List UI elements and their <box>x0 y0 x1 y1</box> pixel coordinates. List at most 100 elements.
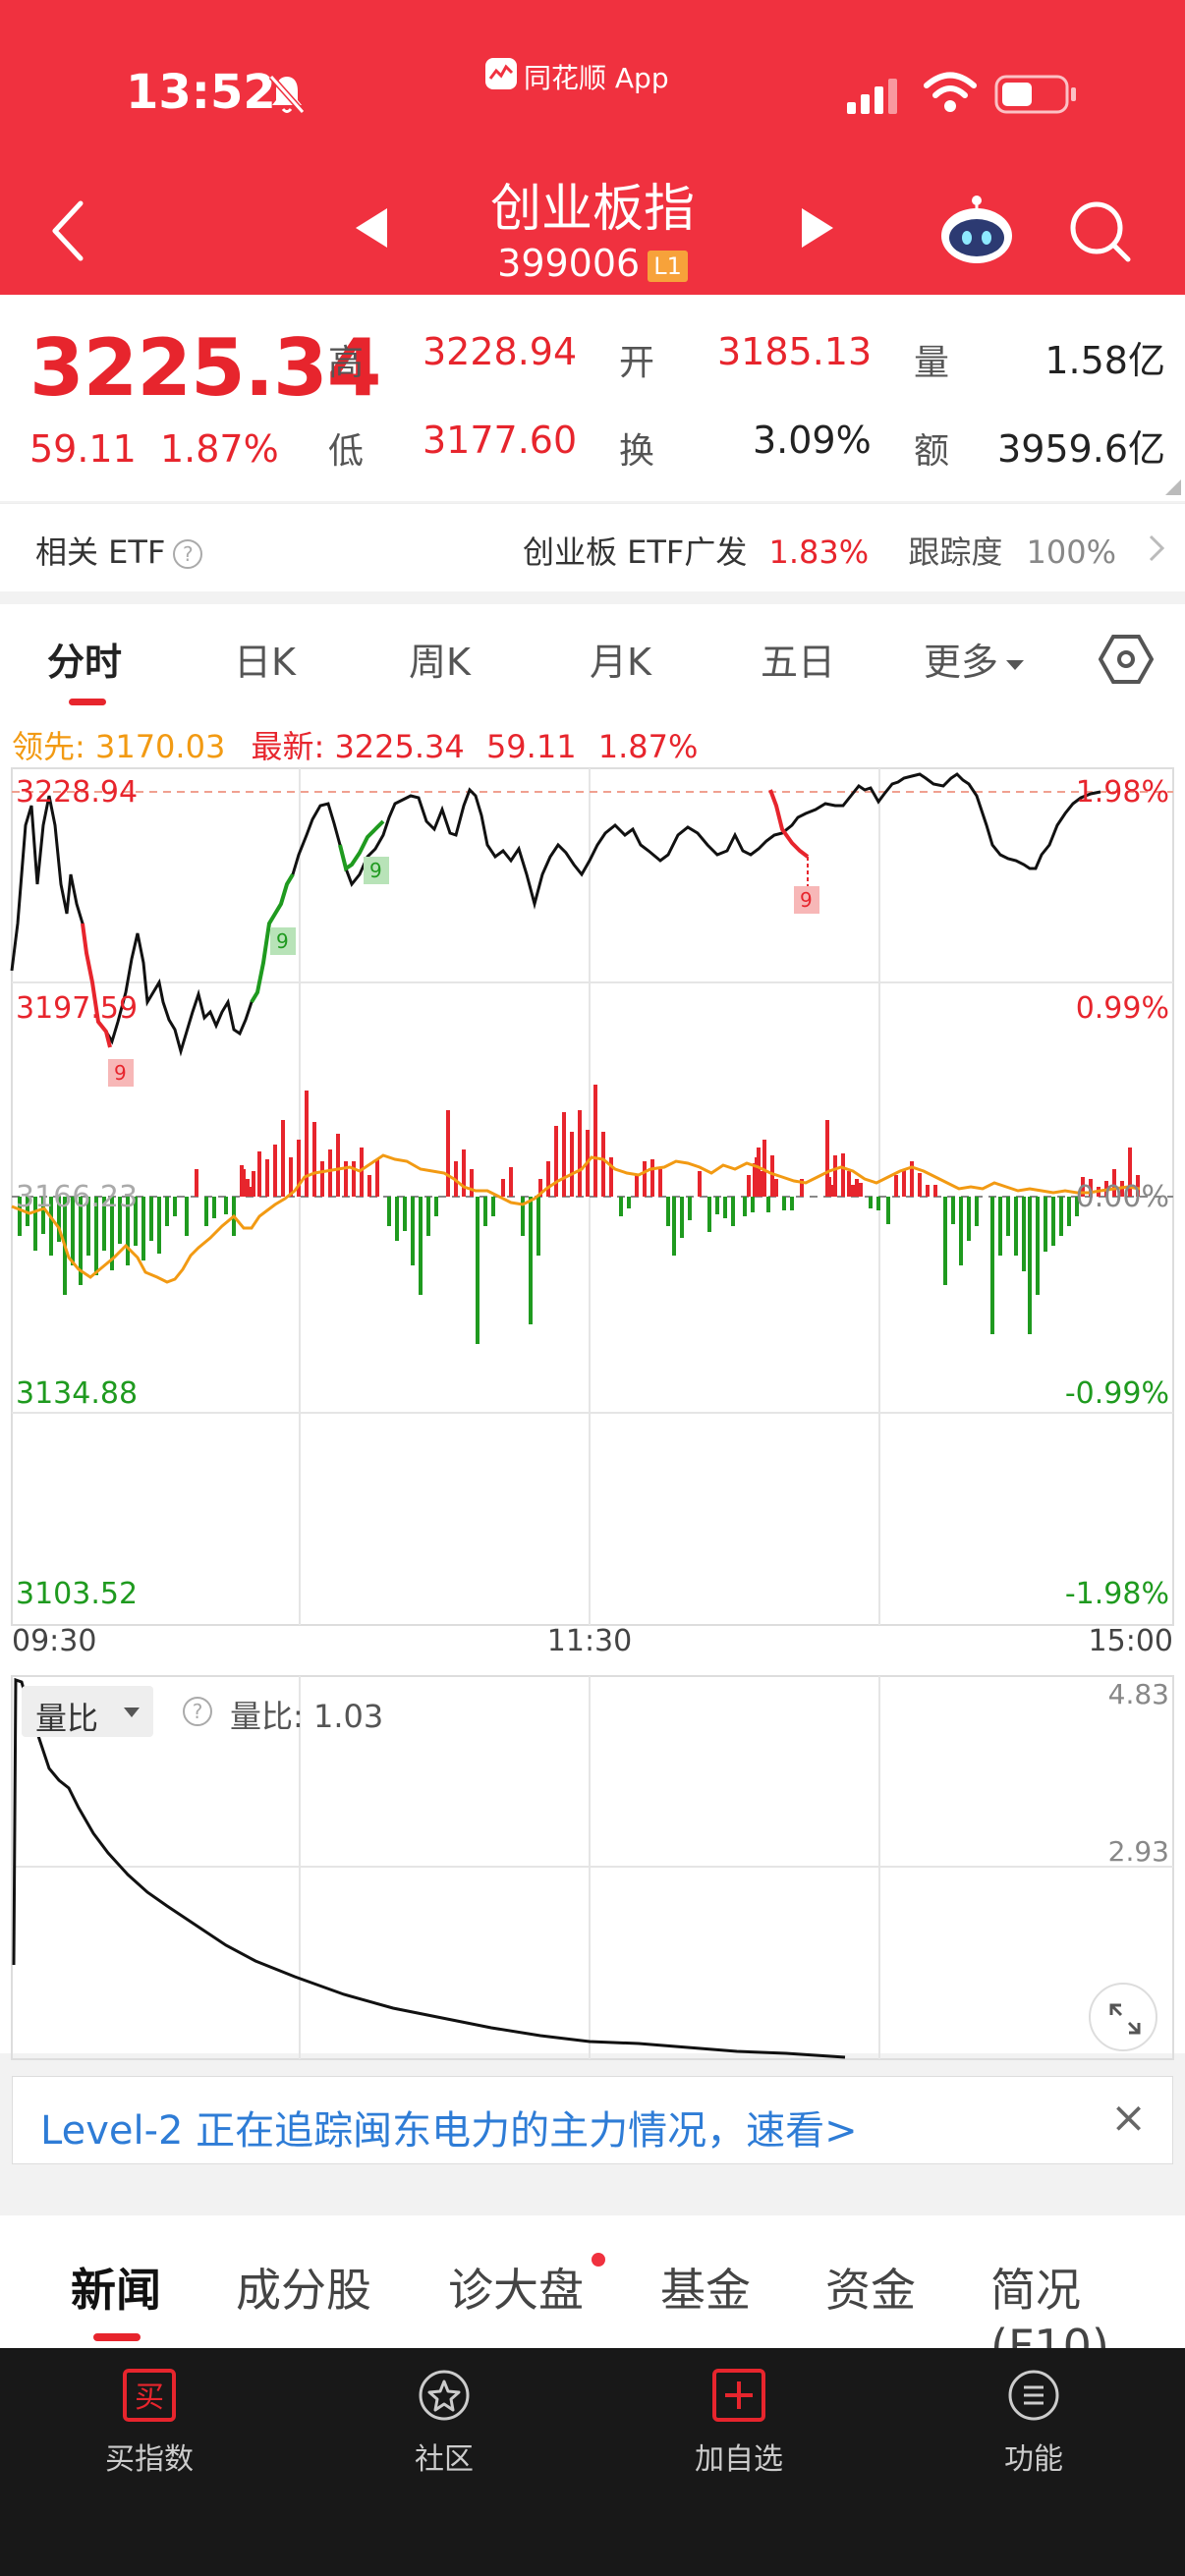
tab-constituents[interactable]: 成分股 <box>236 2255 371 2320</box>
etf-label-wrap: 相关 ETF? <box>35 528 203 573</box>
tab-capital[interactable]: 资金 <box>825 2255 916 2320</box>
app-logo-icon <box>485 58 517 89</box>
battery-icon <box>994 75 1076 114</box>
caret-down-icon <box>124 1708 140 1717</box>
tab-five-day[interactable]: 五日 <box>761 632 835 686</box>
tab-more-label: 更多 <box>924 641 999 684</box>
volume-ratio-chart[interactable]: 4.83 2.93 <box>0 1670 1185 2063</box>
tab-daily-k[interactable]: 日K <box>234 632 296 686</box>
etf-pct: 1.83% <box>768 533 870 571</box>
turnover-value: 3.09% <box>753 419 872 462</box>
toolbar-add-watchlist[interactable]: 加自选 <box>660 2368 818 2478</box>
buy-icon: 买 <box>123 2369 176 2422</box>
help-icon[interactable]: ? <box>173 539 203 569</box>
menu-icon <box>1008 2370 1059 2421</box>
etf-info: 创业板 ETF广发 1.83% 跟踪度 100% <box>523 528 1116 573</box>
volume-value: 1.58亿 <box>1044 339 1165 382</box>
signal-icon <box>847 79 897 114</box>
track-value: 100% <box>1026 533 1116 571</box>
y-tick-right-0: 1.98% <box>1076 775 1169 810</box>
tab-weekly-k[interactable]: 周K <box>409 632 471 686</box>
tab-more[interactable]: 更多 <box>924 632 1026 686</box>
vr-value: 1.03 <box>312 1698 384 1735</box>
toolbar-add-watchlist-label: 加自选 <box>695 2442 783 2477</box>
banner-close-icon[interactable]: × <box>1110 2093 1147 2143</box>
content-tabs: 新闻 成分股 诊大盘 基金 资金 简况(F10) <box>0 2215 1185 2373</box>
tab-monthly-k[interactable]: 月K <box>590 632 651 686</box>
y-tick-left-2: 3166.23 <box>16 1180 138 1214</box>
app-screen: { "status": { "time": "13:52", "app_labe… <box>0 0 1185 2576</box>
signal-markers: 9 9 9 9 <box>108 857 819 1087</box>
community-icon <box>419 2370 470 2421</box>
toolbar-community[interactable]: 社区 <box>366 2368 523 2478</box>
vr-help-icon[interactable]: ? <box>183 1697 212 1726</box>
turnover-label: 换 <box>619 431 655 472</box>
x-axis: 09:30 11:30 15:00 <box>12 1624 1173 1658</box>
app-label: 同花顺 App <box>524 62 669 94</box>
wifi-icon <box>924 72 977 112</box>
level-badge: L1 <box>648 250 688 282</box>
y-tick-left-0: 3228.94 <box>16 775 138 810</box>
level2-banner[interactable]: Level-2 正在追踪闽东电力的主力情况，速看> × <box>12 2076 1173 2164</box>
toolbar-community-label: 社区 <box>415 2442 474 2477</box>
vr-value-label: 量比: <box>230 1698 304 1735</box>
high-value: 3228.94 <box>423 330 578 373</box>
search-icon[interactable] <box>1069 200 1132 263</box>
robot-assistant-icon[interactable] <box>937 195 1016 265</box>
intraday-chart[interactable]: 9 9 9 9 3228.94 3197.59 3166.23 3134.88 … <box>0 766 1185 1660</box>
quote-panel: 3225.34 59.11 1.87% 高 3228.94 开 3185.13 … <box>0 295 1185 501</box>
x-tick-1: 11:30 <box>547 1624 632 1658</box>
volume-ratio-selector[interactable]: 量比 <box>22 1686 153 1737</box>
open-value: 3185.13 <box>717 330 873 373</box>
related-etf-row[interactable]: 相关 ETF? 创业板 ETF广发 1.83% 跟踪度 100% <box>0 503 1185 591</box>
high-label: 高 <box>328 343 365 383</box>
y-tick-right-3: -0.99% <box>1065 1376 1169 1411</box>
legend-latest-pct: 1.87% <box>597 728 699 765</box>
legend-lead-label: 领先: <box>12 728 85 765</box>
notification-dot <box>592 2253 605 2267</box>
etf-label: 相关 ETF <box>35 533 166 571</box>
status-time: 13:52 <box>126 65 276 120</box>
track-label: 跟踪度 <box>908 533 1003 571</box>
tab-funds[interactable]: 基金 <box>660 2255 751 2320</box>
toolbar-buy[interactable]: 买 买指数 <box>71 2368 228 2478</box>
fullscreen-icon <box>1109 2003 1141 2035</box>
toolbar-functions[interactable]: 功能 <box>955 2368 1112 2478</box>
price-change: 59.11 1.87% <box>29 427 279 471</box>
next-stock-icon[interactable] <box>798 206 837 250</box>
banner-text[interactable]: Level-2 正在追踪闽东电力的主力情况，速看> <box>40 2099 858 2156</box>
legend-latest-label: 最新: <box>251 728 325 765</box>
y-tick-right-4: -1.98% <box>1065 1577 1169 1611</box>
vr-value-row: 量比: 1.03 <box>230 1692 383 1737</box>
settings-hex-icon[interactable] <box>1099 634 1154 685</box>
volume-bars <box>18 1085 1140 1344</box>
y-tick-right-2: 0.00% <box>1076 1180 1169 1214</box>
price-segment-red-2 <box>768 789 810 859</box>
tab-news[interactable]: 新闻 <box>71 2255 161 2320</box>
fullscreen-button[interactable] <box>1089 1983 1157 2051</box>
volume-label: 量 <box>914 343 950 383</box>
vr-tick-0: 4.83 <box>1108 1678 1169 1710</box>
vr-selector-label: 量比 <box>35 1700 99 1737</box>
y-tick-left-1: 3197.59 <box>16 991 138 1026</box>
x-tick-0: 09:30 <box>12 1624 96 1658</box>
chart-period-tabs: 分时 日K 周K 月K 五日 更多 <box>0 604 1185 707</box>
low-label: 低 <box>328 431 365 472</box>
amount-label: 额 <box>914 431 950 472</box>
tab-diagnosis[interactable]: 诊大盘 <box>448 2255 584 2320</box>
caret-down-icon <box>1006 659 1025 670</box>
tab-intraday[interactable]: 分时 <box>47 632 122 686</box>
low-value: 3177.60 <box>423 419 578 462</box>
app-header: 13:52 同花顺 App 创业板指 399006 L1 <box>0 0 1185 295</box>
content-tab-indicator <box>93 2333 141 2341</box>
x-tick-2: 15:00 <box>1089 1624 1173 1658</box>
expand-corner-icon[interactable] <box>1165 479 1181 495</box>
active-tab-indicator <box>69 699 106 705</box>
price-line <box>10 772 1101 1057</box>
change-percent: 1.87% <box>159 427 279 471</box>
chevron-right-icon <box>1149 534 1165 562</box>
change-value: 59.11 <box>29 427 137 471</box>
toolbar-buy-label: 买指数 <box>105 2442 194 2477</box>
stock-code: 399006 <box>497 242 641 285</box>
vr-y-axis: 4.83 2.93 <box>1108 1678 1169 1868</box>
